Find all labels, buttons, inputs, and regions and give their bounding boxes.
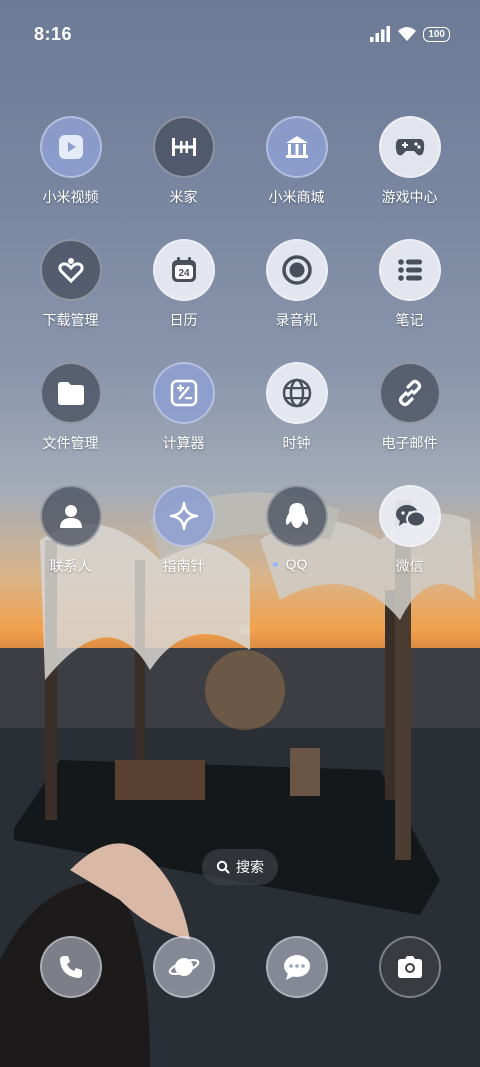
app-label: 小米视频 <box>42 189 99 205</box>
status-icons: 100 <box>369 26 450 42</box>
app-qq[interactable]: QQ <box>240 485 353 576</box>
browser-planet-icon <box>152 936 215 998</box>
app-label: 联系人 <box>49 558 92 574</box>
app-mijia[interactable]: 米家 <box>127 116 240 207</box>
search-label: 搜索 <box>236 859 264 875</box>
dock-messages[interactable] <box>240 936 353 998</box>
folder-icon <box>39 362 102 424</box>
app-wechat[interactable]: 微信 <box>353 485 466 576</box>
svg-text:24: 24 <box>178 268 190 279</box>
app-clock[interactable]: 时钟 <box>240 362 353 453</box>
mijia-icon <box>152 116 215 178</box>
app-label: 笔记 <box>395 312 424 328</box>
contact-icon <box>39 485 102 547</box>
compass-sparkle-icon <box>152 485 215 547</box>
new-install-dot <box>273 562 278 567</box>
app-recorder[interactable]: 录音机 <box>240 239 353 330</box>
battery-indicator: 100 <box>423 26 450 42</box>
app-compass[interactable]: 指南针 <box>127 485 240 576</box>
search-button[interactable]: 搜索 <box>202 849 278 885</box>
globe-clock-icon <box>265 362 328 424</box>
app-label: 录音机 <box>275 312 318 328</box>
link-icon <box>378 362 441 424</box>
store-icon <box>265 116 328 178</box>
camera-icon <box>378 936 441 998</box>
app-email[interactable]: 电子邮件 <box>353 362 466 453</box>
app-notes[interactable]: 笔记 <box>353 239 466 330</box>
dock-camera[interactable] <box>353 936 466 998</box>
app-file-manager[interactable]: 文件管理 <box>14 362 127 453</box>
app-label: 日历 <box>169 312 198 328</box>
status-time: 8:16 <box>34 23 73 44</box>
app-label: 文件管理 <box>42 435 99 451</box>
gamepad-icon <box>378 116 441 178</box>
calendar-icon: 24 <box>152 239 215 301</box>
dock <box>14 936 466 998</box>
status-bar: 8:16 100 <box>0 0 480 68</box>
download-heart-icon <box>39 239 102 301</box>
app-download-manager[interactable]: 下载管理 <box>14 239 127 330</box>
app-label: 微信 <box>395 558 424 574</box>
app-mi-video[interactable]: 小米视频 <box>14 116 127 207</box>
signal-icon <box>370 26 391 42</box>
qq-penguin-icon <box>265 485 328 547</box>
wechat-icon <box>378 485 441 547</box>
phone-icon <box>39 936 102 998</box>
search-icon <box>216 860 230 874</box>
app-label: QQ <box>285 556 308 572</box>
app-label: 计算器 <box>162 435 205 451</box>
app-label: 米家 <box>169 189 198 205</box>
play-icon <box>39 116 102 178</box>
app-label: 电子邮件 <box>381 435 438 451</box>
app-calendar[interactable]: 24 日历 <box>127 239 240 330</box>
app-label: 游戏中心 <box>381 189 438 205</box>
app-label: 指南针 <box>162 558 205 574</box>
notes-list-icon <box>378 239 441 301</box>
calculator-icon <box>152 362 215 424</box>
dock-browser[interactable] <box>127 936 240 998</box>
app-contacts[interactable]: 联系人 <box>14 485 127 576</box>
app-label: 小米商城 <box>268 189 325 205</box>
record-icon <box>265 239 328 301</box>
app-grid: 小米视频 米家 小米商城 游戏中心 下载管理 24 日历 录音机 笔记 文件管理… <box>14 116 466 576</box>
messages-icon <box>265 936 328 998</box>
wifi-icon <box>398 27 417 41</box>
app-label: 时钟 <box>282 435 311 451</box>
app-mi-store[interactable]: 小米商城 <box>240 116 353 207</box>
dock-phone[interactable] <box>14 936 127 998</box>
app-calculator[interactable]: 计算器 <box>127 362 240 453</box>
app-game-center[interactable]: 游戏中心 <box>353 116 466 207</box>
app-label: 下载管理 <box>42 312 99 328</box>
